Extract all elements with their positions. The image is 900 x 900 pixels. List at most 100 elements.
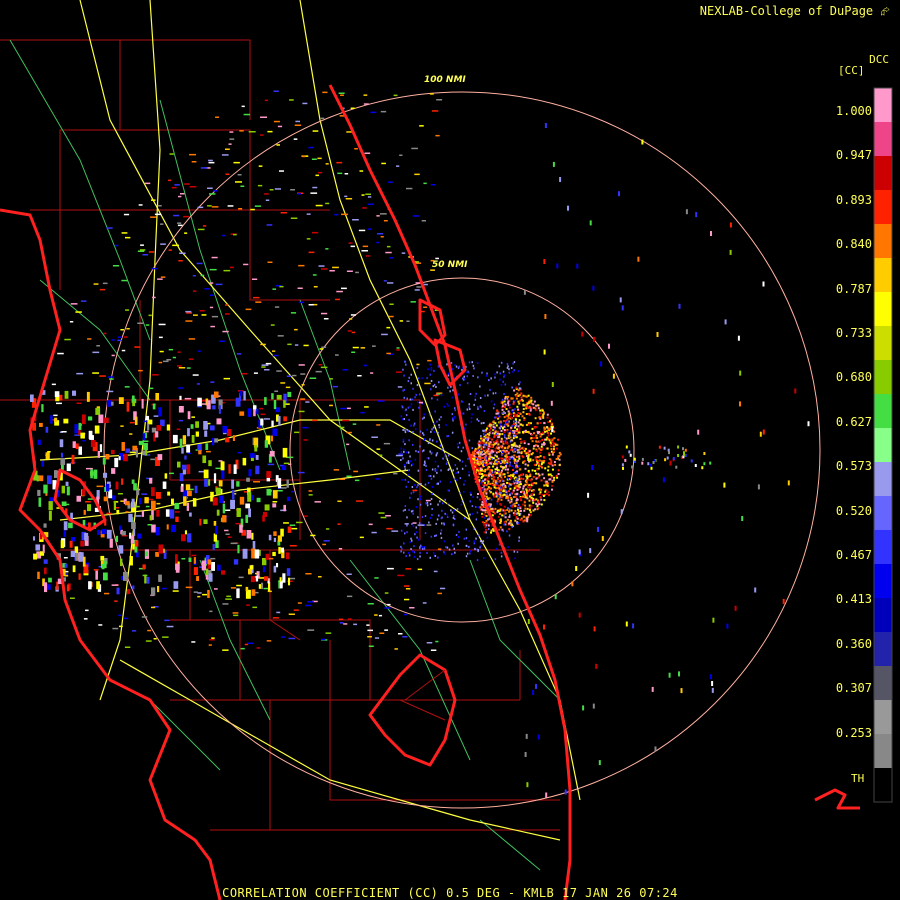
radar-echo-gate [233,559,239,565]
radar-echo-gate [500,437,503,440]
radar-echo-gate [101,528,107,535]
radar-echo-gate [488,452,491,455]
radar-echo-gate [518,383,520,386]
radar-echo-gate [405,588,411,590]
radar-echo-gate [364,152,371,154]
radar-echo-gate [440,416,442,419]
legend-tick-label: 0.253 [835,725,872,740]
radar-echo-gate [98,624,103,626]
radar-echo-gate [80,432,85,439]
radar-echo-gate [302,102,308,105]
radar-echo-gate [187,452,192,455]
radar-echo-gate [535,437,538,440]
radar-echo-gate [215,467,221,470]
radar-echo-gate [265,199,270,201]
legend-color-swatch [874,632,892,667]
radar-echo-gate [498,491,501,494]
radar-echo-gate [293,609,299,611]
radar-echo-gate [425,469,428,471]
legend-color-swatch [874,598,892,633]
radar-echo-gate [303,344,309,347]
radar-echo-gate [413,551,416,554]
radar-echo-gate [490,531,492,534]
radar-echo-gate [131,498,135,508]
radar-echo-gate [515,466,518,469]
radar-echo-gate [589,548,592,554]
radar-echo-gate [225,304,229,306]
radar-echo-gate [519,518,522,521]
radar-echo-gate [519,510,522,512]
radar-echo-gate [61,501,67,506]
radar-echo-gate [498,528,501,531]
radar-echo-gate [504,509,507,512]
radar-echo-gate [481,512,483,515]
radar-echo-gate [452,516,455,519]
radar-echo-gate [487,480,490,483]
radar-echo-gate [188,338,196,340]
radar-echo-gate [550,400,553,406]
radar-echo-gate [430,388,432,391]
radar-echo-gate [144,551,149,557]
radar-echo-gate [182,469,187,475]
radar-echo-gate [678,671,680,677]
radar-echo-gate [337,523,341,525]
radar-echo-gate [260,116,268,118]
radar-echo-gate [417,484,419,487]
radar-echo-gate [524,467,527,470]
radar-echo-gate [537,456,540,459]
radar-echo-gate [240,185,245,187]
radar-echo-gate [597,526,599,532]
radar-echo-gate [335,354,339,356]
radar-echo-gate [433,570,438,573]
radar-echo-gate [511,431,514,434]
radar-echo-gate [478,419,480,422]
radar-echo-gate [415,428,417,431]
radar-echo-gate [404,360,406,363]
radar-echo-gate [277,335,284,337]
radar-echo-gate [186,502,190,511]
radar-echo-gate [513,369,515,372]
legend-color-swatch [874,734,892,769]
radar-echo-gate [400,459,402,461]
radar-echo-gate [533,463,536,466]
radar-echo-gate [534,469,537,472]
radar-echo-gate [656,332,659,337]
radar-echo-gate [155,526,160,536]
radar-echo-gate [215,525,218,535]
radar-echo-gate [479,498,481,501]
radar-echo-gate [213,533,218,542]
radar-echo-gate [120,558,123,567]
radar-echo-gate [185,310,192,313]
radar-echo-gate [129,433,133,435]
radar-echo-gate [461,467,464,470]
radar-echo-gate [103,332,107,335]
radar-echo-gate [48,577,52,583]
radar-echo-gate [520,499,523,502]
radar-echo-gate [509,413,512,416]
radar-echo-gate [455,365,458,368]
radar-echo-gate [404,532,406,535]
radar-echo-gate [500,429,503,432]
radar-echo-gate [527,490,530,493]
radar-echo-gate [245,308,252,311]
radar-echo-gate [42,544,45,554]
radar-echo-gate [125,236,131,239]
radar-echo-gate [150,216,157,218]
radar-echo-gate [65,481,69,486]
radar-echo-gate [527,486,529,489]
radar-echo-gate [203,421,208,430]
radar-echo-gate [481,515,484,518]
radar-echo-gate [411,147,418,150]
radar-echo-gate [517,503,520,506]
radar-echo-gate [487,394,489,397]
radar-echo-gate [405,428,407,431]
radar-echo-gate [225,313,230,315]
radar-echo-gate [477,408,479,410]
radar-echo-gate [503,523,505,526]
radar-echo-gate [176,428,181,430]
radar-echo-gate [509,463,511,466]
radar-echo-gate [690,459,693,463]
radar-echo-gate [54,391,60,397]
radar-echo-gate [420,498,422,501]
radar-echo-gate [269,189,274,191]
